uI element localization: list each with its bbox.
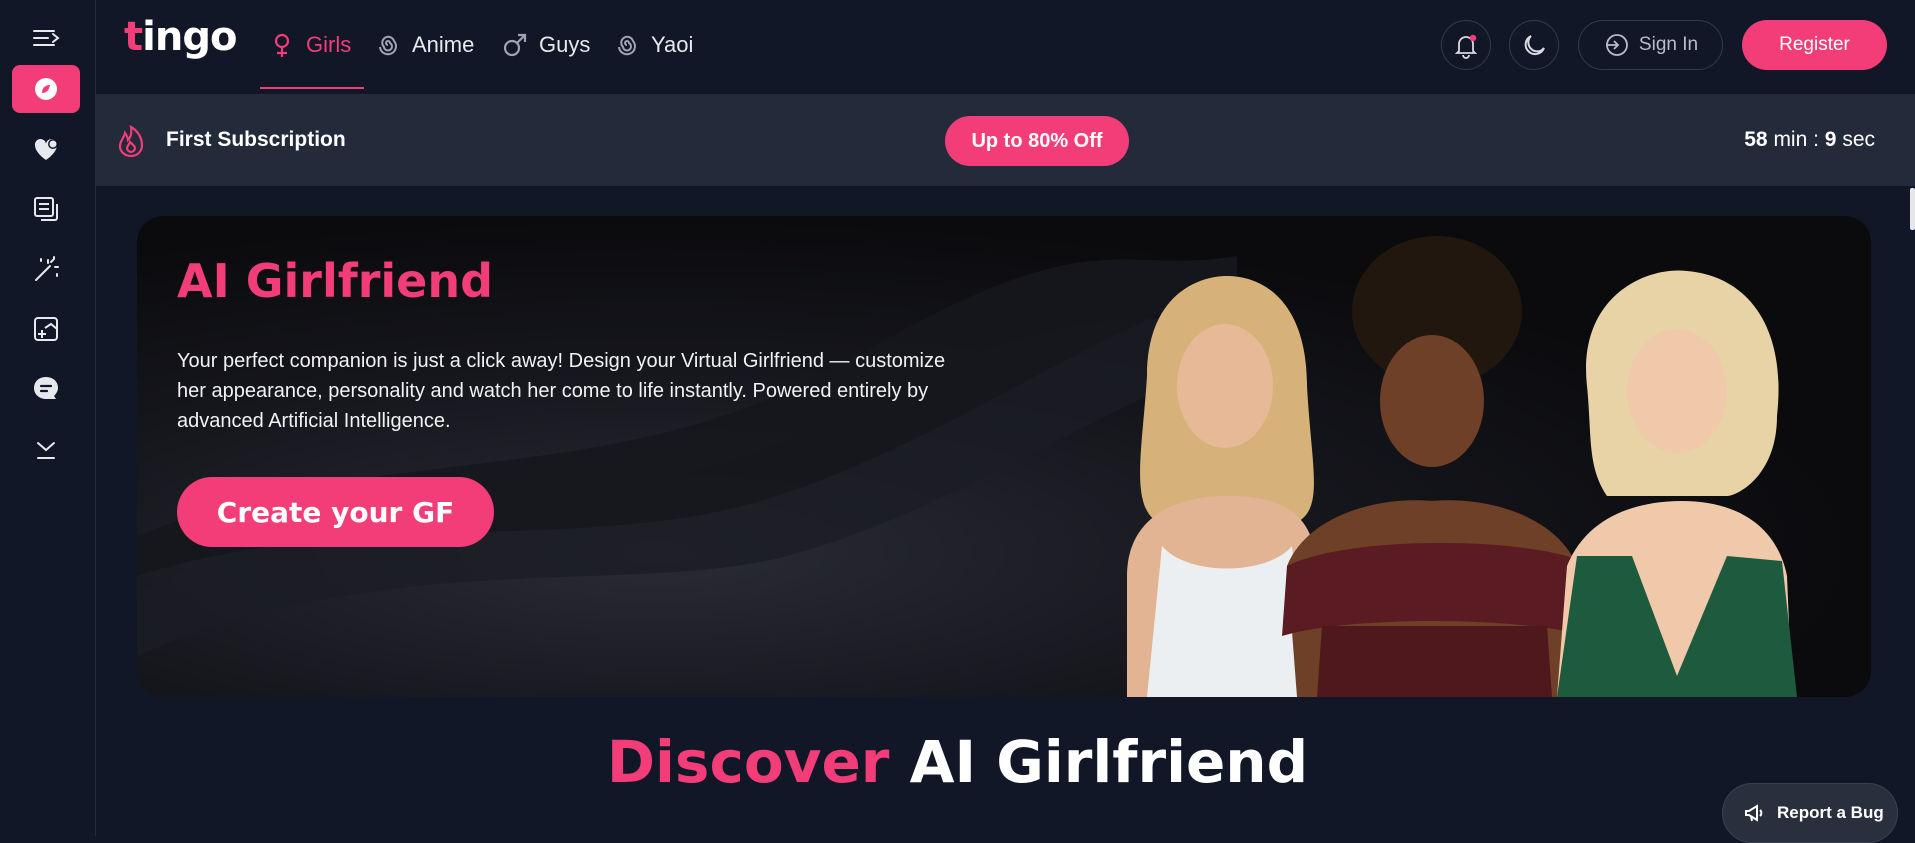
model-middle [1282,236,1587,697]
discover-heading: Discover AI Girlfriend [606,728,1309,796]
moon-icon [1524,35,1545,55]
top-navigation: tingo Girls Anime Guys Yaoi Sign In Regi… [96,0,1915,94]
discount-offer-button[interactable]: Up to 80% Off [945,116,1129,166]
promo-banner: First Subscription Up to 80% Off 58 min … [96,94,1915,186]
active-tab-indicator [260,87,364,89]
download-icon [37,442,55,459]
sidebar-item-chat[interactable] [12,365,80,413]
tab-anime[interactable]: Anime [374,24,474,66]
yaoi-spiral-icon [618,35,636,56]
tab-yaoi[interactable]: Yaoi [613,24,693,66]
hero-title: AI Girlfriend [177,254,494,308]
anime-spiral-icon [379,35,397,56]
female-icon [274,33,290,57]
chat-bubble-icon [34,377,58,399]
sidebar-item-download[interactable] [12,425,80,473]
sidebar [0,0,96,836]
sidebar-item-create-image[interactable] [12,305,80,353]
male-icon [503,33,527,57]
heart-chat-icon [34,138,58,160]
hero-description: Your perfect companion is just a click a… [177,350,946,432]
model-right [1557,270,1797,697]
tab-girls[interactable]: Girls [268,24,351,66]
bell-icon [1454,34,1478,59]
sidebar-item-explore[interactable] [12,65,80,113]
report-bug-button[interactable]: Report a Bug [1722,783,1898,843]
menu-toggle-button[interactable] [12,14,80,62]
notifications-button[interactable] [1441,20,1491,70]
sidebar-item-gallery[interactable] [12,185,80,233]
tab-guys[interactable]: Guys [501,24,590,66]
sidebar-item-generate[interactable] [12,245,80,293]
register-button[interactable]: Register [1742,20,1887,70]
menu-toggle-icon [33,30,60,46]
countdown-timer: 58 min : 9 sec [1744,128,1875,151]
megaphone-icon [1745,804,1763,822]
theme-toggle-button[interactable] [1509,20,1559,70]
scrollbar-thumb[interactable] [1910,188,1915,230]
sign-in-icon [1605,34,1628,56]
sidebar-item-favorites[interactable] [12,125,80,173]
gallery-icon [34,197,58,221]
tingo-logo[interactable]: tingo [124,14,237,60]
magic-wand-icon [35,256,59,281]
hero-models-image [1127,236,1797,697]
explore-icon [35,78,57,100]
hero-banner: AI Girlfriend Your perfect companion is … [137,216,1871,697]
create-gf-button[interactable]: Create your GF [177,477,494,547]
fire-icon [118,124,144,158]
promo-title: First Subscription [166,128,346,151]
sign-in-button[interactable]: Sign In [1578,20,1723,70]
create-image-icon [34,317,58,341]
